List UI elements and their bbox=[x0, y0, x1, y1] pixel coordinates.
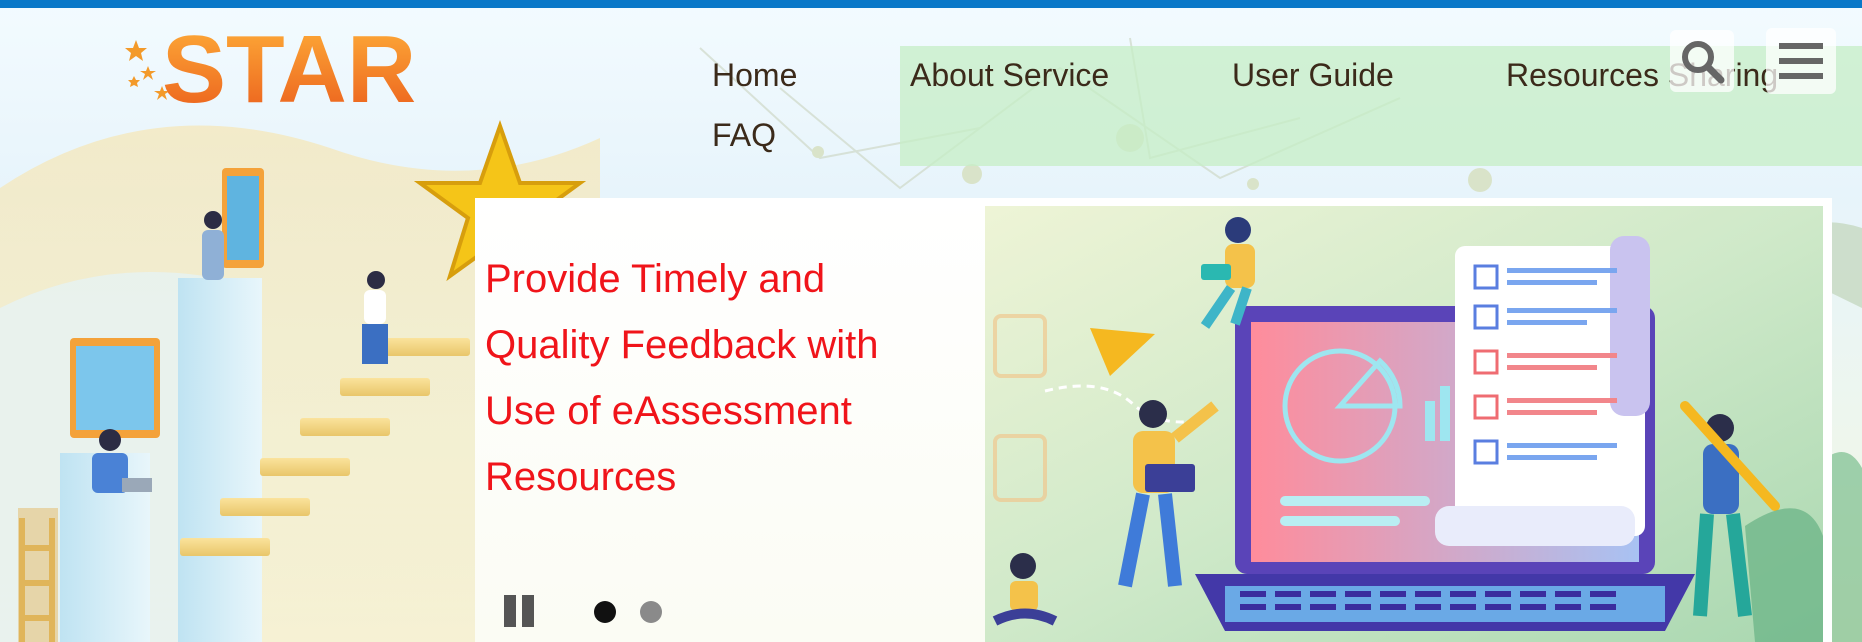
hamburger-menu-icon bbox=[1779, 43, 1823, 79]
search-button[interactable] bbox=[1670, 30, 1734, 92]
banner-illustration bbox=[985, 206, 1823, 642]
carousel-pause-button[interactable] bbox=[502, 592, 540, 630]
nav-faq[interactable]: FAQ bbox=[712, 117, 776, 154]
carousel-dot-1[interactable] bbox=[594, 601, 616, 623]
headline-line-4: Resources bbox=[485, 455, 677, 499]
hero-banner-slide: Provide Timely and Quality Feedback with… bbox=[475, 198, 1832, 642]
nav-home[interactable]: Home bbox=[712, 57, 797, 94]
headline-line-2: Quality Feedback with bbox=[485, 323, 879, 367]
banner-headline: Provide Timely and Quality Feedback with… bbox=[485, 246, 955, 510]
menu-button[interactable] bbox=[1766, 28, 1836, 94]
search-icon bbox=[1682, 41, 1725, 84]
nav-about-service[interactable]: About Service bbox=[910, 57, 1109, 94]
carousel-dot-2[interactable] bbox=[640, 601, 662, 623]
banner-text-panel: Provide Timely and Quality Feedback with… bbox=[475, 198, 985, 642]
headline-line-3: Use of eAssessment bbox=[485, 389, 852, 433]
headline-line-1: Provide Timely and bbox=[485, 257, 826, 301]
nav-user-guide[interactable]: User Guide bbox=[1232, 57, 1394, 94]
logo-text: STAR bbox=[162, 16, 416, 114]
nav-resources-sharing[interactable]: Resources Sharing bbox=[1506, 57, 1806, 94]
star-logo[interactable]: STAR bbox=[122, 14, 432, 123]
top-accent-bar bbox=[0, 0, 1862, 8]
page: STAR Home About Service User Guide Resou… bbox=[0, 0, 1862, 642]
